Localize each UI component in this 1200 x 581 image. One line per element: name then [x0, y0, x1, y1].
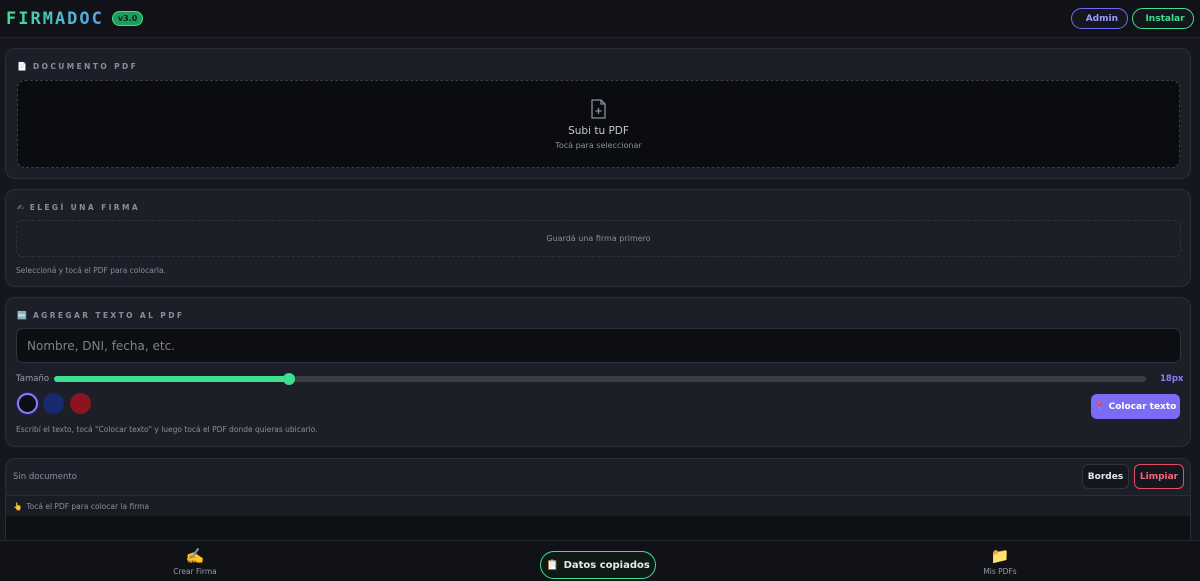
writing-hand-icon: ✍ [17, 203, 24, 212]
toast-message: Datos copiados [563, 559, 650, 571]
viewer-tip: 👆 Tocá el PDF para colocar la firma [6, 495, 1190, 516]
admin-label: Admin [1085, 13, 1118, 24]
size-slider-thumb[interactable] [282, 373, 295, 385]
writing-hand-icon: ✍️ [185, 546, 205, 565]
version-badge: v3.0 [111, 11, 144, 26]
pin-icon: 📍 [1094, 402, 1105, 411]
nav-my-pdfs-label: Mis PDFs [983, 566, 1017, 576]
pdf-section-title: 📄 DOCUMENTO PDF [17, 62, 138, 71]
color-swatch-navy[interactable] [43, 393, 64, 414]
signature-section-title: ✍ ELEGÍ UNA FIRMA [17, 203, 140, 212]
text-section-title: 🔤 AGREGAR TEXTO AL PDF [17, 311, 184, 320]
viewer-tip-text: Tocá el PDF para colocar la firma [26, 501, 150, 511]
install-button[interactable]: Instalar [1132, 8, 1194, 29]
signature-list-empty: Guardá una firma primero [16, 220, 1181, 257]
color-swatch-red[interactable] [70, 393, 91, 414]
pointing-hand-icon: 👆 [13, 501, 23, 511]
place-text-label: Colocar texto [1108, 401, 1177, 412]
top-bar: FIRMADOC v3.0 Admin Instalar [0, 0, 1200, 38]
signature-hint: Seleccioná y tocá el PDF para colocarla. [16, 266, 166, 275]
text-section: 🔤 AGREGAR TEXTO AL PDF Tamaño 18px 📍 Col… [5, 297, 1191, 447]
viewer-header: Sin documento [6, 459, 1190, 495]
signature-section-title-text: ELEGÍ UNA FIRMA [29, 203, 141, 212]
nav-my-pdfs[interactable]: 📁 Mis PDFs [978, 541, 1022, 581]
upload-title: Subi tu PDF [568, 124, 629, 137]
file-plus-icon [591, 98, 606, 119]
document-icon: 📄 [17, 62, 27, 71]
nav-create-signature-label: Crear Firma [173, 566, 217, 576]
text-input[interactable] [16, 328, 1181, 363]
size-label: Tamaño [16, 374, 50, 384]
pdf-upload-dropzone[interactable]: Subi tu PDF Tocá para seleccionar [17, 80, 1180, 168]
folder-icon: 📁 [990, 546, 1010, 565]
size-slider[interactable] [54, 373, 1146, 385]
admin-button[interactable]: Admin [1071, 8, 1128, 29]
borders-button[interactable]: Bordes [1082, 464, 1129, 489]
pdf-viewer: Sin documento Bordes Limpiar 👆 Tocá el P… [5, 458, 1191, 548]
size-slider-fill [54, 376, 289, 382]
size-value: 18px [1160, 374, 1184, 384]
toast-notification: 📋 Datos copiados [540, 551, 656, 579]
upload-subtitle: Tocá para seleccionar [555, 140, 642, 150]
nav-create-signature[interactable]: ✍️ Crear Firma [168, 541, 222, 581]
document-name: Sin documento [13, 472, 77, 482]
pdf-section-title-text: DOCUMENTO PDF [32, 62, 139, 71]
app-logo: FIRMADOC [6, 8, 104, 29]
clipboard-icon: 📋 [546, 559, 559, 571]
place-text-button[interactable]: 📍 Colocar texto [1091, 394, 1180, 419]
top-actions: Admin Instalar [1071, 8, 1194, 29]
pdf-section: 📄 DOCUMENTO PDF Subi tu PDF Tocá para se… [5, 48, 1191, 179]
wrench-icon [1081, 18, 1082, 19]
text-hint: Escribí el texto, tocá "Colocar texto" y… [16, 425, 318, 434]
signature-section: ✍ ELEGÍ UNA FIRMA Guardá una firma prime… [5, 189, 1191, 287]
text-abc-icon: 🔤 [17, 311, 27, 320]
install-label: Instalar [1145, 13, 1185, 24]
color-swatch-black[interactable] [17, 393, 38, 414]
text-section-title-text: AGREGAR TEXTO AL PDF [32, 311, 185, 320]
clear-button[interactable]: Limpiar [1134, 464, 1184, 489]
